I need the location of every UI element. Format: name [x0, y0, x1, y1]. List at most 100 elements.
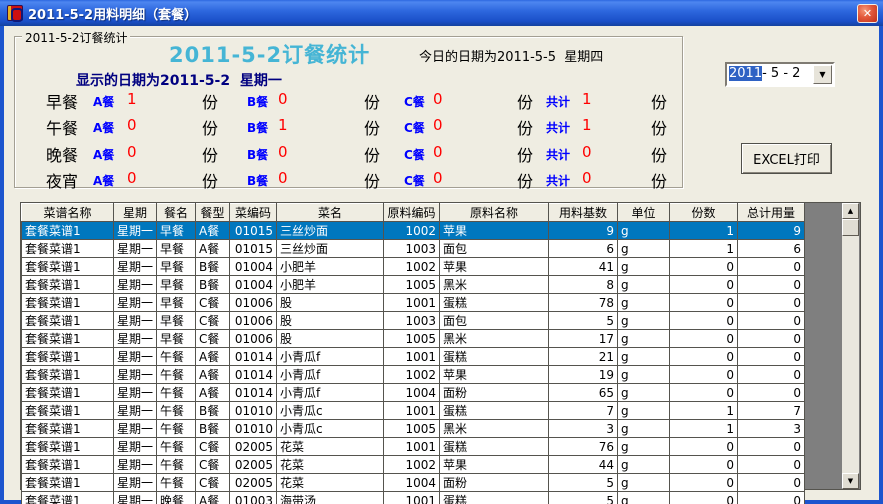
vertical-scrollbar[interactable]: ▲ ▼: [842, 203, 859, 489]
table-cell: 02005: [230, 438, 277, 456]
table-cell: 黑米: [440, 420, 549, 438]
table-cell: 小肥羊: [277, 258, 384, 276]
table-cell: 02005: [230, 456, 277, 474]
table-row[interactable]: 套餐菜谱1星期一午餐A餐01014小青瓜f1001蛋糕21g00: [22, 348, 805, 366]
table-cell: B餐: [196, 420, 230, 438]
combo-dropdown-button[interactable]: ▼: [813, 65, 832, 84]
table-cell: 小肥羊: [277, 276, 384, 294]
table-cell: 星期一: [114, 348, 157, 366]
table-cell: g: [618, 474, 670, 492]
column-header[interactable]: 菜谱名称: [22, 204, 114, 222]
table-cell: 17: [549, 330, 618, 348]
table-cell: g: [618, 366, 670, 384]
total-label: 共计: [546, 119, 570, 136]
table-cell: 面包: [440, 312, 549, 330]
meal-b-label: B餐: [247, 119, 268, 136]
table-cell: 1: [670, 222, 738, 240]
table-cell: 蛋糕: [440, 348, 549, 366]
close-button[interactable]: ✕: [857, 4, 878, 23]
app-icon: [7, 5, 23, 21]
table-cell: 面粉: [440, 384, 549, 402]
column-header[interactable]: 菜名: [277, 204, 384, 222]
table-cell: 76: [549, 438, 618, 456]
data-grid: 菜谱名称星期餐名餐型菜编码菜名原料编码原料名称用料基数单位份数总计用量 套餐菜谱…: [20, 202, 861, 490]
table-cell: 1004: [384, 474, 440, 492]
table-cell: 套餐菜谱1: [22, 456, 114, 474]
scroll-up-button[interactable]: ▲: [842, 203, 859, 219]
meal-c-label: C餐: [404, 119, 425, 136]
table-cell: 套餐菜谱1: [22, 258, 114, 276]
table-row[interactable]: 套餐菜谱1星期一午餐C餐02005花菜1004面粉5g00: [22, 474, 805, 492]
table-cell: 0: [738, 474, 805, 492]
column-header[interactable]: 单位: [618, 204, 670, 222]
meal-c-count: 0: [433, 116, 443, 134]
table-cell: 6: [738, 240, 805, 258]
table-row[interactable]: 套餐菜谱1星期一早餐B餐01004小肥羊1005黑米8g00: [22, 276, 805, 294]
table-cell: 0: [738, 348, 805, 366]
table-row[interactable]: 套餐菜谱1星期一午餐B餐01010小青瓜c1001蛋糕7g17: [22, 402, 805, 420]
table-cell: 1001: [384, 438, 440, 456]
table-cell: 1001: [384, 492, 440, 504]
table-cell: 黑米: [440, 330, 549, 348]
table-cell: 0: [738, 492, 805, 504]
table-cell: 花菜: [277, 438, 384, 456]
table-cell: 黑米: [440, 276, 549, 294]
table-row[interactable]: 套餐菜谱1星期一早餐C餐01006股1005黑米17g00: [22, 330, 805, 348]
column-header[interactable]: 餐型: [196, 204, 230, 222]
column-header[interactable]: 总计用量: [738, 204, 805, 222]
table-cell: 1: [670, 420, 738, 438]
table-row[interactable]: 套餐菜谱1星期一午餐C餐02005花菜1001蛋糕76g00: [22, 438, 805, 456]
column-header[interactable]: 原料名称: [440, 204, 549, 222]
column-header[interactable]: 用料基数: [549, 204, 618, 222]
table-cell: 01004: [230, 258, 277, 276]
meal-c-count: 0: [433, 90, 443, 108]
scrollbar-thumb[interactable]: [842, 219, 859, 236]
table-cell: 1001: [384, 348, 440, 366]
meal-a-label: A餐: [93, 146, 114, 163]
table-row[interactable]: 套餐菜谱1星期一午餐C餐02005花菜1002苹果44g00: [22, 456, 805, 474]
total-count: 0: [582, 169, 592, 187]
meal-b-count: 1: [278, 116, 288, 134]
column-header[interactable]: 原料编码: [384, 204, 440, 222]
table-cell: 01006: [230, 330, 277, 348]
date-combobox-value: 2011- 5 - 2: [729, 66, 800, 81]
table-cell: 0: [670, 276, 738, 294]
table-cell: 0: [670, 456, 738, 474]
table-row[interactable]: 套餐菜谱1星期一午餐B餐01010小青瓜c1005黑米3g13: [22, 420, 805, 438]
table-cell: 蛋糕: [440, 438, 549, 456]
table-row[interactable]: 套餐菜谱1星期一早餐A餐01015三丝炒面1003面包6g16: [22, 240, 805, 258]
unit-label: 份: [517, 89, 533, 113]
groupbox-label: 2011-5-2订餐统计: [22, 29, 130, 46]
table-row[interactable]: 套餐菜谱1星期一午餐A餐01014小青瓜f1002苹果19g00: [22, 366, 805, 384]
column-header[interactable]: 份数: [670, 204, 738, 222]
table-cell: 5: [549, 492, 618, 504]
column-header[interactable]: 星期: [114, 204, 157, 222]
table-cell: 0: [738, 276, 805, 294]
table-cell: A餐: [196, 384, 230, 402]
table-cell: 小青瓜f: [277, 384, 384, 402]
column-header[interactable]: 餐名: [157, 204, 196, 222]
table-row[interactable]: 套餐菜谱1星期一早餐A餐01015三丝炒面1002苹果9g19: [22, 222, 805, 240]
close-icon: ✕: [863, 7, 872, 20]
table-cell: 星期一: [114, 366, 157, 384]
table-cell: 0: [670, 366, 738, 384]
table-cell: g: [618, 294, 670, 312]
table-cell: C餐: [196, 456, 230, 474]
table-row[interactable]: 套餐菜谱1星期一午餐A餐01014小青瓜f1004面粉65g00: [22, 384, 805, 402]
stats-row-supper: 夜宵 A餐 0 份 B餐 0 份 C餐 0 份 共计 0 份: [15, 168, 682, 188]
table-cell: 套餐菜谱1: [22, 474, 114, 492]
table-cell: 9: [738, 222, 805, 240]
column-header[interactable]: 菜编码: [230, 204, 277, 222]
table-cell: 1: [670, 402, 738, 420]
scroll-down-button[interactable]: ▼: [842, 473, 859, 489]
table-row[interactable]: 套餐菜谱1星期一早餐C餐01006股1001蛋糕78g00: [22, 294, 805, 312]
table-cell: 1001: [384, 402, 440, 420]
table-row[interactable]: 套餐菜谱1星期一早餐C餐01006股1003面包5g00: [22, 312, 805, 330]
date-combobox[interactable]: 2011- 5 - 2 ▼: [725, 62, 835, 87]
table-row[interactable]: 套餐菜谱1星期一晚餐A餐01003海带汤1001蛋糕5g00: [22, 492, 805, 504]
table-cell: 三丝炒面: [277, 240, 384, 258]
table-cell: 套餐菜谱1: [22, 330, 114, 348]
table-row[interactable]: 套餐菜谱1星期一早餐B餐01004小肥羊1002苹果41g00: [22, 258, 805, 276]
unit-label: 份: [202, 115, 218, 139]
excel-print-button[interactable]: EXCEL打印: [741, 143, 832, 174]
